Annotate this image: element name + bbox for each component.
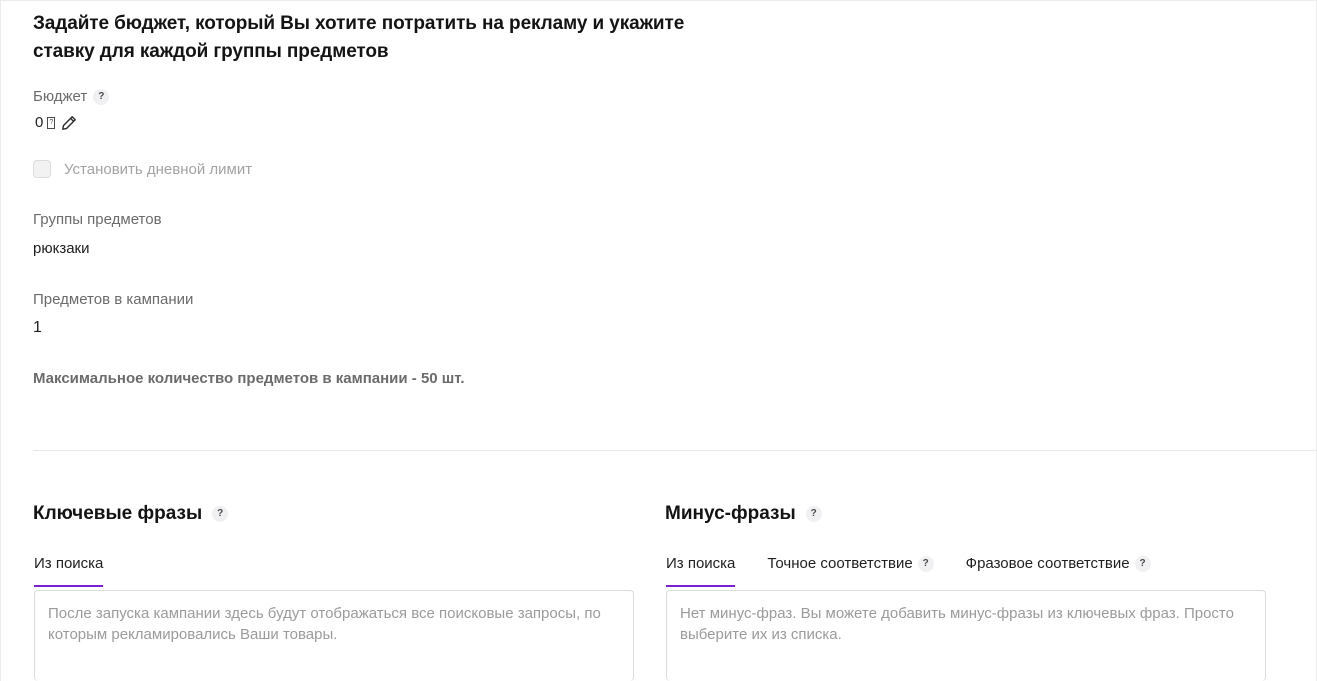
minus-phrases-list-panel[interactable]: Нет минус-фраз. Вы можете добавить минус… xyxy=(666,590,1266,681)
minus-tab-from-search-label: Из поиска xyxy=(666,555,736,572)
minus-phrases-help-icon[interactable]: ? xyxy=(805,506,822,522)
keywords-title: Ключевые фразы xyxy=(33,503,203,524)
keywords-tab-from-search[interactable]: Из поиска xyxy=(34,555,104,587)
keywords-help-icon[interactable]: ? xyxy=(212,506,229,522)
phrase-match-help-icon[interactable]: ? xyxy=(1134,555,1151,572)
subject-groups-value: рюкзаки xyxy=(33,240,90,257)
section-divider xyxy=(33,450,1317,451)
subject-groups-label: Группы предметов xyxy=(33,211,162,228)
minus-tab-phrase-match-label: Фразовое соответствие xyxy=(965,555,1130,572)
budget-help-icon[interactable]: ? xyxy=(93,89,110,106)
daily-limit-label[interactable]: Установить дневной лимит xyxy=(64,161,252,178)
items-in-campaign-value: 1 xyxy=(33,319,42,336)
minus-tab-exact-match[interactable]: Точное соответствие? xyxy=(767,555,934,587)
minus-phrases-section-title: Минус-фразы? xyxy=(665,503,822,525)
keywords-empty-placeholder: После запуска кампании здесь будут отобр… xyxy=(48,605,601,643)
keywords-tab-from-search-label: Из поиска xyxy=(34,555,104,572)
minus-tab-exact-match-label: Точное соответствие xyxy=(767,555,913,572)
exact-match-help-icon[interactable]: ? xyxy=(917,555,934,572)
keywords-section-title: Ключевые фразы? xyxy=(33,503,229,525)
minus-phrases-empty-placeholder: Нет минус-фраз. Вы можете добавить минус… xyxy=(680,605,1234,643)
minus-phrases-tabs: Из поиска Точное соответствие? Фразовое … xyxy=(666,555,1183,587)
currency-icon: ? xyxy=(47,116,56,129)
max-items-note: Максимальное количество предметов в камп… xyxy=(33,370,465,387)
items-in-campaign-label: Предметов в кампании xyxy=(33,291,194,308)
minus-tab-phrase-match[interactable]: Фразовое соответствие? xyxy=(966,555,1151,587)
daily-limit-checkbox[interactable] xyxy=(33,160,51,178)
budget-value-row: 0 ? xyxy=(35,114,77,131)
edit-budget-pencil-icon[interactable] xyxy=(61,115,77,131)
frame-left-border xyxy=(0,0,1,681)
keywords-list-panel[interactable]: После запуска кампании здесь будут отобр… xyxy=(34,590,634,681)
keywords-tabs: Из поиска xyxy=(34,555,135,587)
frame-top-border xyxy=(0,0,1317,1)
budget-label-row: Бюджет? xyxy=(33,88,110,106)
page-heading: Задайте бюджет, который Вы хотите потрат… xyxy=(33,13,685,62)
daily-limit-row: Установить дневной лимит xyxy=(33,160,252,178)
budget-value: 0 xyxy=(35,114,44,131)
minus-phrases-title: Минус-фразы xyxy=(665,503,796,524)
minus-tab-from-search[interactable]: Из поиска xyxy=(666,555,736,587)
budget-label: Бюджет xyxy=(33,88,88,105)
